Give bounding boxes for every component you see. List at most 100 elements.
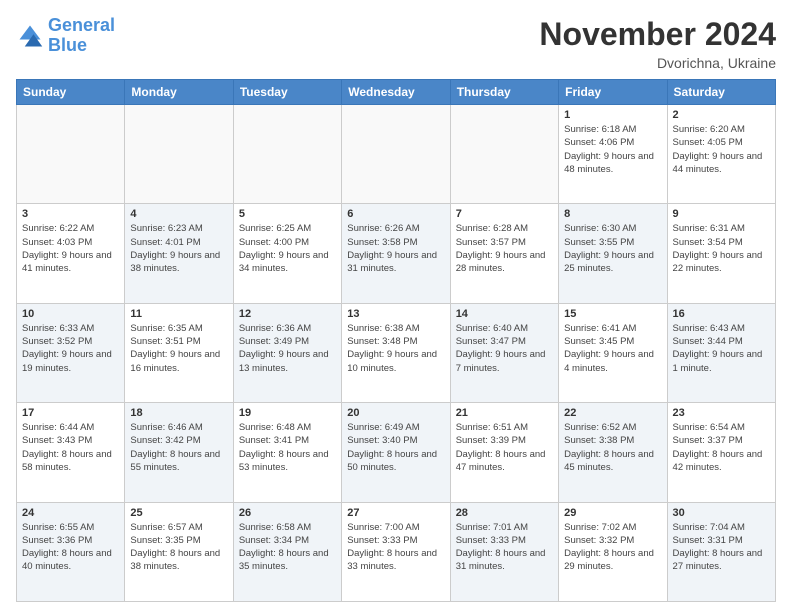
day-cell: 18 Sunrise: 6:46 AMSunset: 3:42 PMDayligh… bbox=[125, 403, 233, 502]
day-cell: 9 Sunrise: 6:31 AMSunset: 3:54 PMDaylight… bbox=[667, 204, 775, 303]
day-info: Sunrise: 6:28 AMSunset: 3:57 PMDaylight:… bbox=[456, 222, 553, 275]
day-cell: 29 Sunrise: 7:02 AMSunset: 3:32 PMDayligh… bbox=[559, 502, 667, 601]
page: General Blue November 2024 Dvorichna, Uk… bbox=[0, 0, 792, 612]
day-info: Sunrise: 6:22 AMSunset: 4:03 PMDaylight:… bbox=[22, 222, 119, 275]
day-cell: 7 Sunrise: 6:28 AMSunset: 3:57 PMDaylight… bbox=[450, 204, 558, 303]
day-cell: 15Sunrise: 6:41 AMSunset: 3:45 PMDayligh… bbox=[559, 303, 667, 402]
location-subtitle: Dvorichna, Ukraine bbox=[539, 55, 776, 71]
day-number: 7 bbox=[456, 208, 553, 220]
day-info: Sunrise: 6:51 AMSunset: 3:39 PMDaylight:… bbox=[456, 421, 553, 474]
day-number: 29 bbox=[564, 507, 661, 519]
day-cell: 17 Sunrise: 6:44 AMSunset: 3:43 PMDayligh… bbox=[17, 403, 125, 502]
day-info: Sunrise: 7:01 AMSunset: 3:33 PMDaylight:… bbox=[456, 521, 553, 574]
day-cell: 27Sunrise: 7:00 AMSunset: 3:33 PMDayligh… bbox=[342, 502, 450, 601]
day-number: 19 bbox=[239, 407, 336, 419]
day-cell: 13 Sunrise: 6:38 AMSunset: 3:48 PMDayligh… bbox=[342, 303, 450, 402]
day-number: 13 bbox=[347, 308, 444, 320]
day-info: Sunrise: 6:25 AMSunset: 4:00 PMDaylight:… bbox=[239, 222, 336, 275]
calendar: Sunday Monday Tuesday Wednesday Thursday… bbox=[16, 79, 776, 602]
day-number: 24 bbox=[22, 507, 119, 519]
day-cell: 24 Sunrise: 6:55 AMSunset: 3:36 PMDayligh… bbox=[17, 502, 125, 601]
day-info: Sunrise: 6:44 AMSunset: 3:43 PMDaylight:… bbox=[22, 421, 119, 474]
day-number: 15 bbox=[564, 308, 661, 320]
day-info: Sunrise: 6:46 AMSunset: 3:42 PMDaylight:… bbox=[130, 421, 227, 474]
week-row-4: 17 Sunrise: 6:44 AMSunset: 3:43 PMDayligh… bbox=[17, 403, 776, 502]
day-number: 27 bbox=[347, 507, 444, 519]
day-info: Sunrise: 6:55 AMSunset: 3:36 PMDaylight:… bbox=[22, 521, 119, 574]
week-row-5: 24 Sunrise: 6:55 AMSunset: 3:36 PMDayligh… bbox=[17, 502, 776, 601]
day-info: Sunrise: 6:58 AMSunset: 3:34 PMDaylight:… bbox=[239, 521, 336, 574]
day-number: 16 bbox=[673, 308, 770, 320]
col-monday: Monday bbox=[125, 80, 233, 105]
day-cell: 26 Sunrise: 6:58 AMSunset: 3:34 PMDayligh… bbox=[233, 502, 341, 601]
day-cell: 1 Sunrise: 6:18 AMSunset: 4:06 PMDaylight… bbox=[559, 105, 667, 204]
day-number: 22 bbox=[564, 407, 661, 419]
day-cell: 28 Sunrise: 7:01 AMSunset: 3:33 PMDayligh… bbox=[450, 502, 558, 601]
day-number: 8 bbox=[564, 208, 661, 220]
week-row-2: 3 Sunrise: 6:22 AMSunset: 4:03 PMDaylight… bbox=[17, 204, 776, 303]
day-number: 20 bbox=[347, 407, 444, 419]
day-number: 12 bbox=[239, 308, 336, 320]
logo-line2: Blue bbox=[48, 36, 115, 56]
day-info: Sunrise: 7:04 AMSunset: 3:31 PMDaylight:… bbox=[673, 521, 770, 574]
day-info: Sunrise: 6:49 AMSunset: 3:40 PMDaylight:… bbox=[347, 421, 444, 474]
day-cell: 19 Sunrise: 6:48 AMSunset: 3:41 PMDayligh… bbox=[233, 403, 341, 502]
header: General Blue November 2024 Dvorichna, Uk… bbox=[16, 16, 776, 71]
day-number: 28 bbox=[456, 507, 553, 519]
month-title: November 2024 bbox=[539, 16, 776, 53]
day-cell bbox=[233, 105, 341, 204]
day-info: Sunrise: 6:26 AMSunset: 3:58 PMDaylight:… bbox=[347, 222, 444, 275]
day-cell: 2 Sunrise: 6:20 AMSunset: 4:05 PMDaylight… bbox=[667, 105, 775, 204]
day-cell bbox=[342, 105, 450, 204]
col-wednesday: Wednesday bbox=[342, 80, 450, 105]
day-number: 18 bbox=[130, 407, 227, 419]
day-info: Sunrise: 6:33 AMSunset: 3:52 PMDaylight:… bbox=[22, 322, 119, 375]
day-info: Sunrise: 6:30 AMSunset: 3:55 PMDaylight:… bbox=[564, 222, 661, 275]
day-number: 10 bbox=[22, 308, 119, 320]
day-cell: 3 Sunrise: 6:22 AMSunset: 4:03 PMDaylight… bbox=[17, 204, 125, 303]
day-cell: 6 Sunrise: 6:26 AMSunset: 3:58 PMDaylight… bbox=[342, 204, 450, 303]
day-info: Sunrise: 6:48 AMSunset: 3:41 PMDaylight:… bbox=[239, 421, 336, 474]
day-number: 17 bbox=[22, 407, 119, 419]
day-cell bbox=[450, 105, 558, 204]
day-info: Sunrise: 6:52 AMSunset: 3:38 PMDaylight:… bbox=[564, 421, 661, 474]
day-info: Sunrise: 6:43 AMSunset: 3:44 PMDaylight:… bbox=[673, 322, 770, 375]
day-info: Sunrise: 6:40 AMSunset: 3:47 PMDaylight:… bbox=[456, 322, 553, 375]
day-info: Sunrise: 6:35 AMSunset: 3:51 PMDaylight:… bbox=[130, 322, 227, 375]
day-cell: 21Sunrise: 6:51 AMSunset: 3:39 PMDayligh… bbox=[450, 403, 558, 502]
logo-line1: General bbox=[48, 15, 115, 35]
day-info: Sunrise: 6:20 AMSunset: 4:05 PMDaylight:… bbox=[673, 123, 770, 176]
day-info: Sunrise: 7:02 AMSunset: 3:32 PMDaylight:… bbox=[564, 521, 661, 574]
day-number: 9 bbox=[673, 208, 770, 220]
day-number: 5 bbox=[239, 208, 336, 220]
day-number: 2 bbox=[673, 109, 770, 121]
day-cell: 10 Sunrise: 6:33 AMSunset: 3:52 PMDayligh… bbox=[17, 303, 125, 402]
day-number: 3 bbox=[22, 208, 119, 220]
week-row-1: 1 Sunrise: 6:18 AMSunset: 4:06 PMDaylight… bbox=[17, 105, 776, 204]
logo-icon bbox=[16, 22, 44, 50]
day-number: 25 bbox=[130, 507, 227, 519]
day-number: 26 bbox=[239, 507, 336, 519]
day-info: Sunrise: 6:31 AMSunset: 3:54 PMDaylight:… bbox=[673, 222, 770, 275]
day-cell: 14 Sunrise: 6:40 AMSunset: 3:47 PMDayligh… bbox=[450, 303, 558, 402]
day-cell: 11Sunrise: 6:35 AMSunset: 3:51 PMDayligh… bbox=[125, 303, 233, 402]
day-cell: 4Sunrise: 6:23 AMSunset: 4:01 PMDaylight… bbox=[125, 204, 233, 303]
header-row: Sunday Monday Tuesday Wednesday Thursday… bbox=[17, 80, 776, 105]
day-cell: 30Sunrise: 7:04 AMSunset: 3:31 PMDayligh… bbox=[667, 502, 775, 601]
day-cell: 22 Sunrise: 6:52 AMSunset: 3:38 PMDayligh… bbox=[559, 403, 667, 502]
title-section: November 2024 Dvorichna, Ukraine bbox=[539, 16, 776, 71]
day-number: 4 bbox=[130, 208, 227, 220]
logo: General Blue bbox=[16, 16, 115, 56]
col-saturday: Saturday bbox=[667, 80, 775, 105]
week-row-3: 10 Sunrise: 6:33 AMSunset: 3:52 PMDayligh… bbox=[17, 303, 776, 402]
day-cell: 20 Sunrise: 6:49 AMSunset: 3:40 PMDayligh… bbox=[342, 403, 450, 502]
day-info: Sunrise: 6:38 AMSunset: 3:48 PMDaylight:… bbox=[347, 322, 444, 375]
day-number: 6 bbox=[347, 208, 444, 220]
day-cell: 16 Sunrise: 6:43 AMSunset: 3:44 PMDayligh… bbox=[667, 303, 775, 402]
calendar-table: Sunday Monday Tuesday Wednesday Thursday… bbox=[16, 79, 776, 602]
day-number: 14 bbox=[456, 308, 553, 320]
day-cell: 25Sunrise: 6:57 AMSunset: 3:35 PMDayligh… bbox=[125, 502, 233, 601]
day-number: 1 bbox=[564, 109, 661, 121]
day-info: Sunrise: 6:18 AMSunset: 4:06 PMDaylight:… bbox=[564, 123, 661, 176]
col-sunday: Sunday bbox=[17, 80, 125, 105]
